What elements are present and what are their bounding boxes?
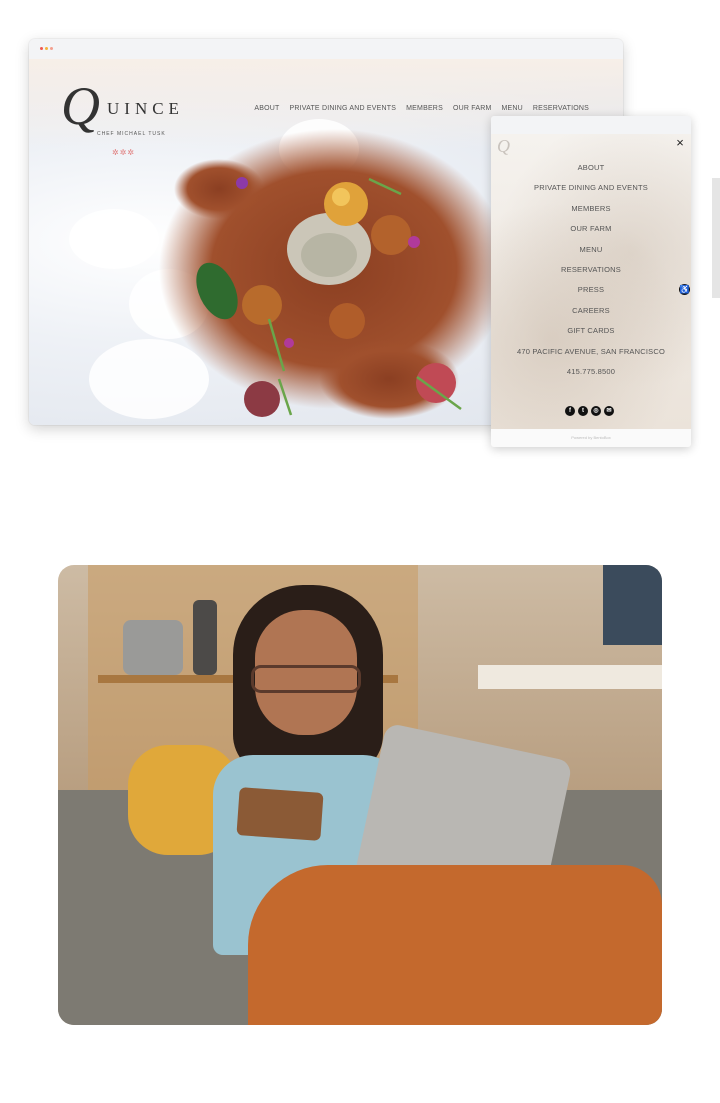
nav-members[interactable]: MEMBERS [406, 105, 443, 112]
nav-our-farm[interactable]: OUR FARM [453, 105, 492, 112]
mobile-nav-press[interactable]: PRESS [491, 285, 691, 305]
facebook-icon[interactable]: f [565, 406, 575, 416]
window-close-dot [40, 47, 43, 50]
logo-word: UINCE [107, 99, 184, 118]
mobile-footer: Powered by BentoBox [491, 429, 691, 447]
instagram-icon[interactable]: ◎ [591, 406, 601, 416]
michelin-stars: ✲✲✲ [112, 148, 136, 157]
quince-logo[interactable]: Q UINCE CHEF MICHAEL TUSK [61, 79, 191, 141]
window-minimize-dot [45, 47, 48, 50]
credit-card [236, 787, 324, 841]
mobile-nav-careers[interactable]: CAREERS [491, 306, 691, 326]
glasses [251, 665, 361, 693]
window-maximize-dot [50, 47, 53, 50]
mobile-menu-mockup: Q × ABOUT PRIVATE DINING AND EVENTS MEMB… [491, 116, 691, 447]
logo-subtitle: CHEF MICHAEL TUSK [97, 131, 166, 137]
mobile-nav-menu[interactable]: MENU [491, 245, 691, 265]
social-links: f t ◎ ✉ [565, 406, 614, 416]
mobile-nav-about[interactable]: ABOUT [491, 163, 691, 183]
nav-menu[interactable]: MENU [501, 105, 522, 112]
logo-letter: Q [61, 76, 100, 136]
twitter-icon[interactable]: t [578, 406, 588, 416]
mobile-nav-private-dining[interactable]: PRIVATE DINING AND EVENTS [491, 183, 691, 203]
monitor [603, 565, 662, 645]
mobile-nav-members[interactable]: MEMBERS [491, 204, 691, 224]
mobile-nav-reservations[interactable]: RESERVATIONS [491, 265, 691, 285]
mobile-nav-our-farm[interactable]: OUR FARM [491, 224, 691, 244]
email-icon[interactable]: ✉ [604, 406, 614, 416]
scrollbar[interactable] [712, 178, 720, 298]
mobile-top-bar [491, 116, 691, 134]
desktop-nav: ABOUT PRIVATE DINING AND EVENTS MEMBERS … [254, 105, 589, 112]
accessibility-icon[interactable]: ♿ [679, 284, 690, 295]
mobile-menu-list: ABOUT PRIVATE DINING AND EVENTS MEMBERS … [491, 163, 691, 387]
mobile-phone[interactable]: 415.775.8500 [491, 367, 691, 387]
nav-private-dining[interactable]: PRIVATE DINING AND EVENTS [289, 105, 396, 112]
mobile-logo: Q [497, 136, 510, 156]
close-icon[interactable]: × [673, 136, 687, 150]
mobile-nav-gift-cards[interactable]: GIFT CARDS [491, 326, 691, 346]
desk [478, 665, 662, 689]
planter [123, 620, 183, 675]
mobile-address[interactable]: 470 PACIFIC AVENUE, SAN FRANCISCO [491, 347, 691, 367]
woman-shopping-online-photo [58, 565, 662, 1025]
nav-reservations[interactable]: RESERVATIONS [533, 105, 589, 112]
nav-about[interactable]: ABOUT [254, 105, 279, 112]
browser-chrome [29, 39, 623, 60]
bottle [193, 600, 217, 675]
trousers [248, 865, 662, 1025]
